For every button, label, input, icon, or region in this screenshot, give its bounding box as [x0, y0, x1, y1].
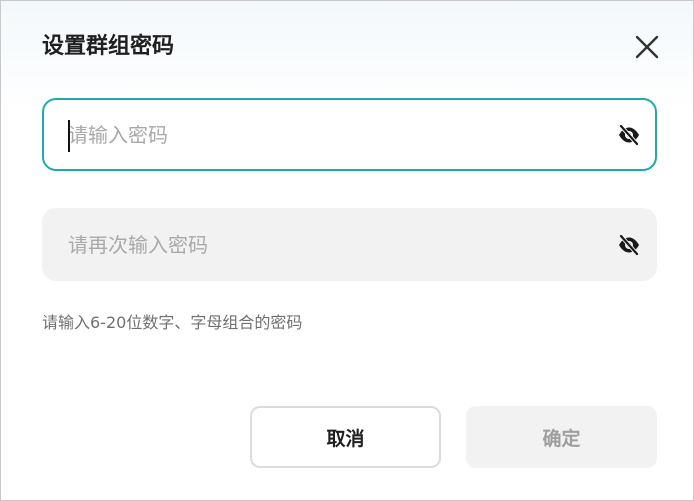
close-button[interactable]: [633, 33, 661, 61]
password-hint: 请输入6-20位数字、字母组合的密码: [42, 313, 303, 332]
eye-off-icon: [619, 124, 639, 145]
set-group-password-dialog: 设置群组密码 请输入6-20位数字、字母组合的密码 取消 确定: [0, 0, 694, 501]
cancel-button[interactable]: 取消: [250, 406, 441, 468]
dialog-title: 设置群组密码: [42, 34, 175, 59]
confirm-password-visibility-toggle[interactable]: [616, 232, 642, 258]
password-input[interactable]: [44, 100, 616, 169]
text-caret: [68, 120, 70, 152]
eye-off-icon: [619, 234, 639, 255]
confirm-password-input[interactable]: [44, 210, 616, 279]
confirm-password-field: [42, 208, 657, 281]
close-icon: [635, 35, 659, 59]
password-field: [42, 98, 657, 171]
confirm-button[interactable]: 确定: [466, 406, 657, 468]
password-visibility-toggle[interactable]: [616, 122, 642, 148]
